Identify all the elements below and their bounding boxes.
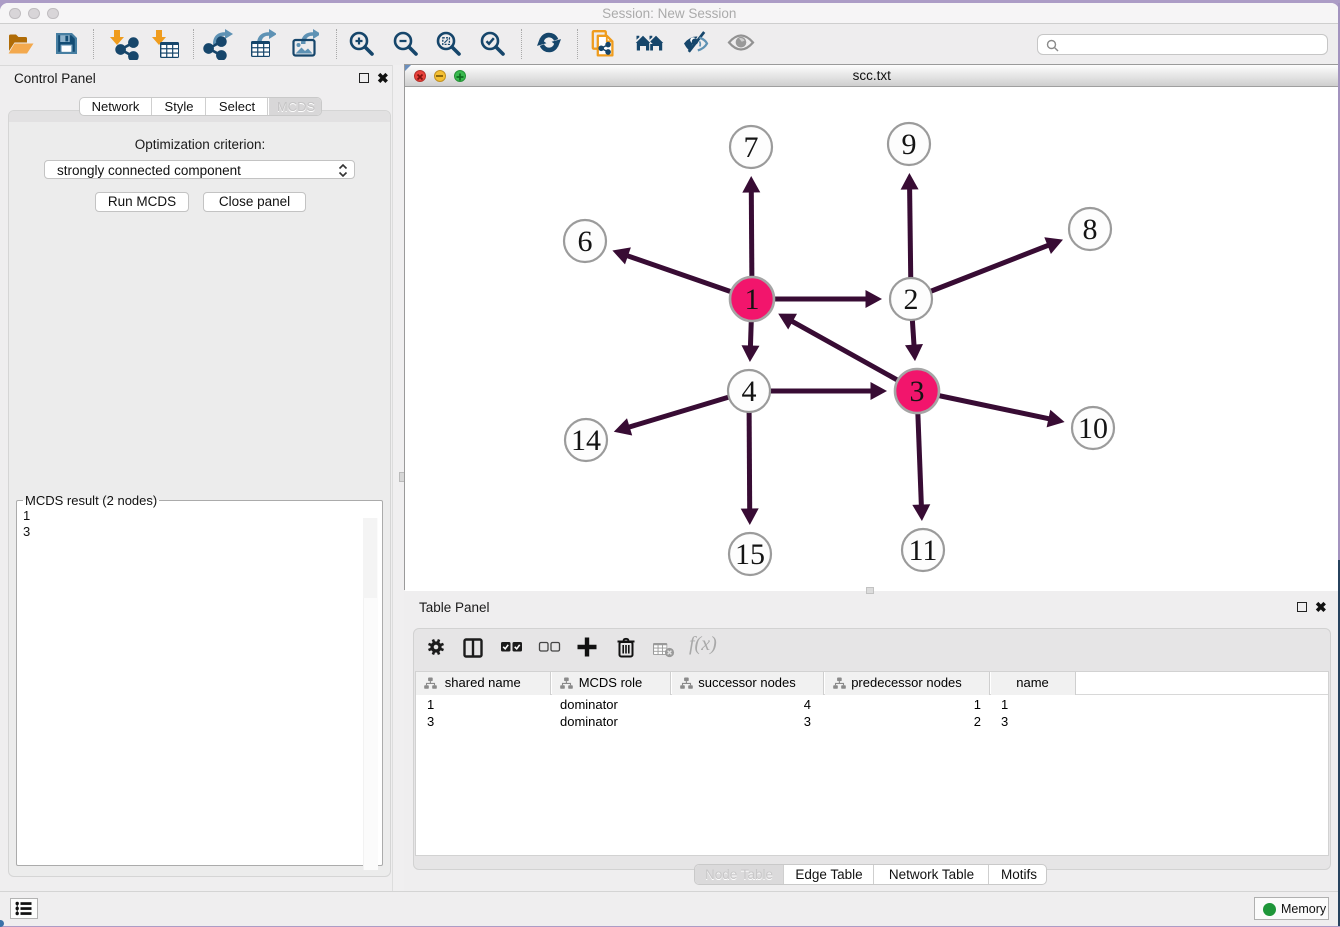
svg-text:9: 9	[902, 128, 917, 161]
svg-text:4: 4	[742, 375, 757, 408]
svg-text:1: 1	[745, 283, 760, 316]
svg-text:2: 2	[904, 283, 919, 316]
svg-text:14: 14	[571, 424, 601, 457]
svg-text:15: 15	[735, 538, 765, 571]
svg-text:3: 3	[910, 375, 925, 408]
svg-text:8: 8	[1083, 213, 1098, 246]
svg-text:11: 11	[909, 534, 938, 567]
svg-text:10: 10	[1078, 412, 1108, 445]
svg-text:7: 7	[744, 131, 759, 164]
svg-text:6: 6	[578, 225, 593, 258]
